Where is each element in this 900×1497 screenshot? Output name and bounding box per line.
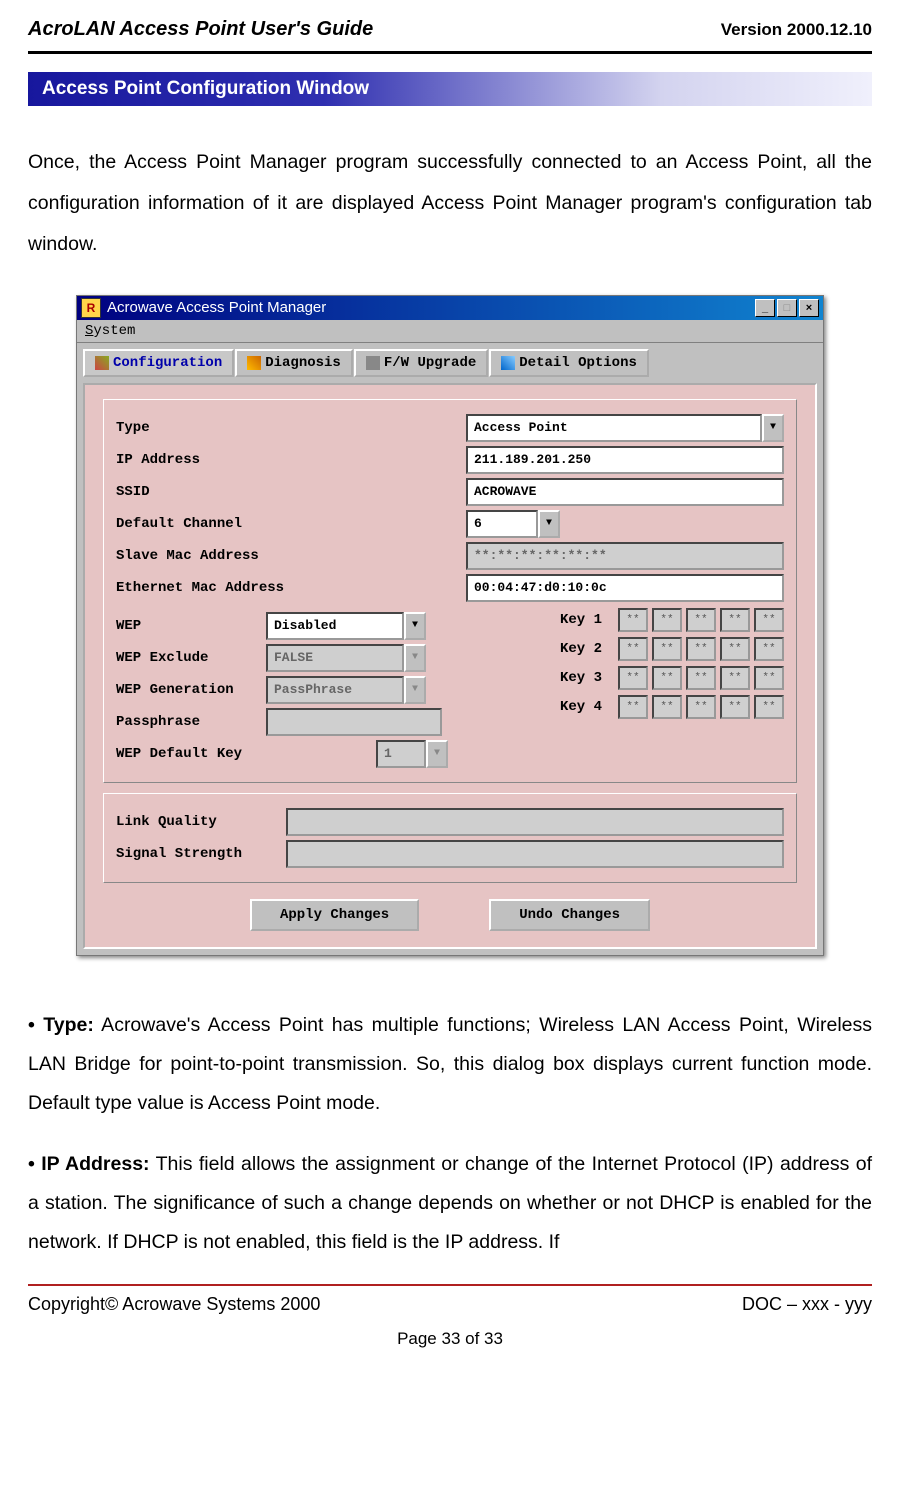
firmware-icon xyxy=(366,356,380,370)
bullet-type: • Type: Acrowave's Access Point has mult… xyxy=(28,1006,872,1123)
link-quality-bar xyxy=(286,808,784,836)
label-signal-strength: Signal Strength xyxy=(116,846,286,862)
tab-fw-upgrade[interactable]: F/W Upgrade xyxy=(354,349,488,377)
label-key4: Key 4 xyxy=(560,699,614,715)
main-group: Type Access Point▼ IP Address 211.189.20… xyxy=(103,399,797,783)
key1-cell: ** xyxy=(618,608,648,632)
footer-rule xyxy=(28,1284,872,1286)
label-slave-mac: Slave Mac Address xyxy=(116,548,326,564)
tab-diagnosis[interactable]: Diagnosis xyxy=(235,349,353,377)
config-panel: Type Access Point▼ IP Address 211.189.20… xyxy=(83,383,817,949)
label-wep: WEP xyxy=(116,618,266,634)
minimize-button[interactable]: _ xyxy=(755,299,775,317)
label-channel: Default Channel xyxy=(116,516,326,532)
wep-gen-select: PassPhrase xyxy=(266,676,404,704)
maximize-button[interactable]: □ xyxy=(777,299,797,317)
diagnosis-icon xyxy=(247,356,261,370)
intro-paragraph: Once, the Access Point Manager program s… xyxy=(28,142,872,265)
doc-id: DOC – xxx - yyy xyxy=(742,1294,872,1315)
header-rule xyxy=(28,51,872,54)
bullet-ip: • IP Address: This field allows the assi… xyxy=(28,1145,872,1262)
label-type: Type xyxy=(116,420,326,436)
chevron-down-icon[interactable]: ▼ xyxy=(538,510,560,538)
label-wep-gen: WEP Generation xyxy=(116,682,266,698)
doc-title: AcroLAN Access Point User's Guide xyxy=(28,18,373,41)
app-window: R Acrowave Access Point Manager _ □ × SS… xyxy=(76,295,824,956)
wep-def-key-select: 1 xyxy=(376,740,426,768)
wep-keys-grid: Key 1********** Key 2********** Key 3***… xyxy=(560,608,784,772)
chevron-down-icon[interactable]: ▼ xyxy=(762,414,784,442)
tab-configuration[interactable]: Configuration xyxy=(83,349,234,377)
close-button[interactable]: × xyxy=(799,299,819,317)
label-key3: Key 3 xyxy=(560,670,614,686)
channel-select[interactable]: 6 xyxy=(466,510,538,538)
slave-mac-input: **:**:**:**:**:** xyxy=(466,542,784,570)
section-banner: Access Point Configuration Window xyxy=(28,72,872,106)
menu-system[interactable]: SSystemystem xyxy=(85,323,135,339)
tab-detail-options[interactable]: Detail Options xyxy=(489,349,649,377)
passphrase-input xyxy=(266,708,442,736)
titlebar-text: Acrowave Access Point Manager xyxy=(107,299,755,316)
copyright: Copyright© Acrowave Systems 2000 xyxy=(28,1294,320,1315)
tabs-row: Configuration Diagnosis F/W Upgrade Deta… xyxy=(77,343,823,377)
label-wep-def-key: WEP Default Key xyxy=(116,746,266,762)
label-passphrase: Passphrase xyxy=(116,714,266,730)
eth-mac-input: 00:04:47:d0:10:0c xyxy=(466,574,784,602)
app-icon: R xyxy=(81,298,101,318)
configuration-icon xyxy=(95,356,109,370)
label-ssid: SSID xyxy=(116,484,326,500)
wep-select[interactable]: Disabled xyxy=(266,612,404,640)
wep-exclude-select: FALSE xyxy=(266,644,404,672)
label-key1: Key 1 xyxy=(560,612,614,628)
label-ip: IP Address xyxy=(116,452,326,468)
label-key2: Key 2 xyxy=(560,641,614,657)
chevron-down-icon: ▼ xyxy=(404,676,426,704)
label-eth-mac: Ethernet Mac Address xyxy=(116,580,326,596)
chevron-down-icon: ▼ xyxy=(426,740,448,768)
label-link-quality: Link Quality xyxy=(116,814,286,830)
label-wep-exclude: WEP Exclude xyxy=(116,650,266,666)
apply-button[interactable]: Apply Changes xyxy=(250,899,419,931)
menubar: SSystemystem xyxy=(77,320,823,343)
ssid-input[interactable]: ACROWAVE xyxy=(466,478,784,506)
page-number: Page 33 of 33 xyxy=(28,1329,872,1349)
chevron-down-icon[interactable]: ▼ xyxy=(404,612,426,640)
signal-strength-bar xyxy=(286,840,784,868)
ip-input[interactable]: 211.189.201.250 xyxy=(466,446,784,474)
undo-button[interactable]: Undo Changes xyxy=(489,899,650,931)
chevron-down-icon: ▼ xyxy=(404,644,426,672)
detail-options-icon xyxy=(501,356,515,370)
doc-version: Version 2000.12.10 xyxy=(721,20,872,40)
type-select[interactable]: Access Point xyxy=(466,414,762,442)
titlebar: R Acrowave Access Point Manager _ □ × xyxy=(77,296,823,320)
status-group: Link Quality Signal Strength xyxy=(103,793,797,883)
